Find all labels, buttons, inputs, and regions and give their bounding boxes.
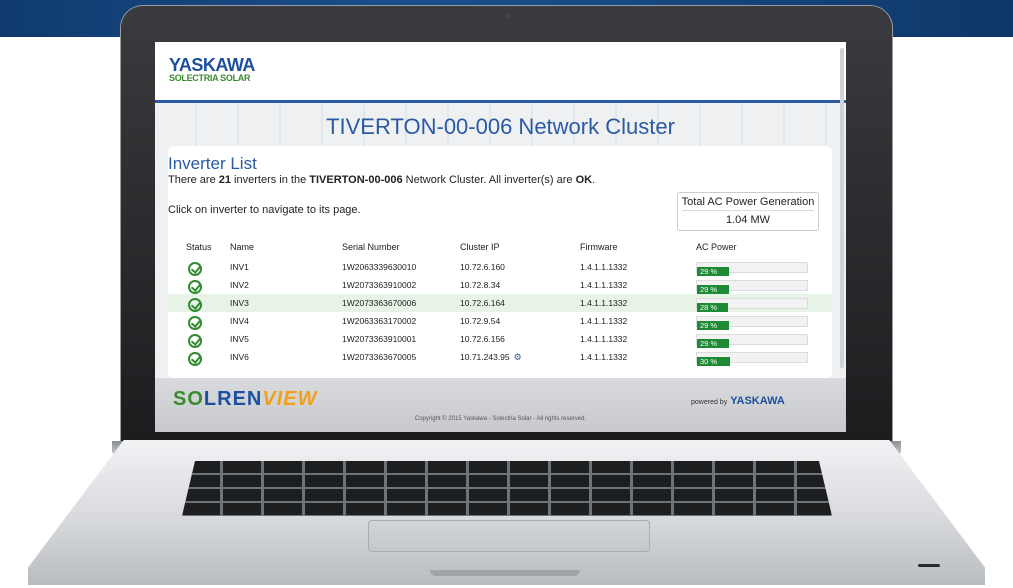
cluster-ip: 10.72.6.164 [460, 298, 505, 308]
site-footer: SOLRENVIEW Copyright © 2015 Yaskawa - So… [155, 378, 846, 432]
solrenview-logo[interactable]: SOLRENVIEW [173, 388, 317, 411]
serial-number: 1W2063363170002 [342, 316, 417, 326]
ok-check-icon [188, 280, 202, 294]
webcam [506, 14, 511, 19]
firmware-version: 1.4.1.1.1332 [580, 298, 628, 308]
site-header: YASKAWA SOLECTRIA SOLAR [155, 42, 846, 103]
powered-by: powered by YASKAWA [691, 395, 785, 407]
inverter-name[interactable]: INV3 [230, 298, 249, 308]
navigation-hint: Click on inverter to navigate to its pag… [168, 204, 361, 216]
laptop-lid: YASKAWA SOLECTRIA SOLAR TIVERTON-00-006 … [121, 6, 892, 449]
ac-power-fill: 29 % [697, 321, 729, 330]
trackpad [368, 520, 650, 552]
ac-power-bar: 29 % [696, 316, 808, 330]
cluster-ip-text: 10.72.8.34 [460, 280, 501, 290]
ok-check-icon [188, 316, 202, 330]
ac-power-fill: 28 % [697, 303, 728, 312]
inverter-list-heading: Inverter List [168, 154, 257, 173]
table-row[interactable]: INV3 1W2073363670006 10.72.6.164 1.4.1.1.13… [168, 294, 832, 312]
powered-by-yaskawa-logo[interactable]: YASKAWA [730, 395, 785, 407]
vertical-scrollbar[interactable] [840, 48, 844, 368]
inverter-summary: There are 21 inverters in the TIVERTON-0… [168, 174, 596, 186]
inverter-name[interactable]: INV4 [230, 316, 249, 326]
serial-number: 1W2073363910002 [342, 280, 417, 290]
copyright-text: Copyright © 2015 Yaskawa - Solectria Sol… [414, 416, 587, 422]
col-cluster-ip: Cluster IP [460, 242, 500, 252]
col-serial: Serial Number [342, 242, 400, 252]
firmware-version: 1.4.1.1.1332 [580, 334, 628, 344]
table-body: INV1 1W2063339630010 10.72.6.160 1.4.1.1.13… [168, 258, 832, 366]
col-ac-power: AC Power [696, 242, 737, 252]
col-firmware: Firmware [580, 242, 618, 252]
keyboard-rows [182, 461, 832, 516]
cluster-ip-text: 10.71.243.95 [460, 352, 510, 362]
table-header: Status Name Serial Number Cluster IP Fir… [168, 238, 832, 258]
table-row[interactable]: INV1 1W2063339630010 10.72.6.160 1.4.1.1.13… [168, 258, 832, 276]
yaskawa-logo-subtitle: SOLECTRIA SOLAR [169, 73, 251, 83]
ac-power-bar: 30 % [696, 352, 808, 366]
col-status: Status [186, 242, 212, 252]
ac-power-bar: 29 % [696, 262, 808, 276]
ac-power-fill: 30 % [697, 357, 730, 366]
laptop-screen: YASKAWA SOLECTRIA SOLAR TIVERTON-00-006 … [155, 42, 846, 432]
col-name: Name [230, 242, 255, 252]
total-ac-power-box: Total AC Power Generation 1.04 MW [677, 192, 819, 231]
cluster-ip: 10.72.8.34 [460, 280, 500, 290]
total-ac-power-value: 1.04 MW [682, 210, 814, 226]
lid-notch [430, 570, 580, 576]
network-tree-icon[interactable]: ⚙ [514, 352, 522, 362]
cluster-ip-text: 10.72.6.160 [460, 262, 505, 272]
table-row[interactable]: INV2 1W2073363910002 10.72.8.34 1.4.1.1.133… [168, 276, 832, 294]
ac-power-fill: 29 % [697, 267, 729, 276]
serial-number: 1W2073363670005 [342, 352, 417, 362]
table-row[interactable]: INV4 1W2063363170002 10.72.9.54 1.4.1.1.133… [168, 312, 832, 330]
cluster-ip: 10.72.9.54 [460, 316, 500, 326]
table-row[interactable]: INV5 1W2073363910001 10.72.6.156 1.4.1.1.13… [168, 330, 832, 348]
firmware-version: 1.4.1.1.1332 [580, 280, 628, 290]
inverter-name[interactable]: INV6 [230, 352, 249, 362]
solrenview-logo-view: VIEW [262, 388, 318, 410]
firmware-version: 1.4.1.1.1332 [580, 262, 628, 272]
ac-power-bar: 28 % [696, 298, 808, 312]
status-led [918, 564, 940, 567]
ac-power-bar: 29 % [696, 334, 808, 348]
table-row[interactable]: INV6 1W2073363670005 10.71.243.95 ⚙ 1.4.1.1.… [168, 348, 832, 366]
firmware-version: 1.4.1.1.1332 [580, 352, 628, 362]
inverter-name[interactable]: INV2 [230, 280, 249, 290]
ac-power-fill: 29 % [697, 285, 729, 294]
cluster-ip-text: 10.72.6.164 [460, 298, 505, 308]
ac-power-fill: 29 % [697, 339, 729, 348]
ok-check-icon [188, 262, 202, 276]
ok-check-icon [188, 352, 202, 366]
cluster-ip: 10.72.6.156 [460, 334, 505, 344]
sun-icon: O [187, 388, 204, 410]
firmware-version: 1.4.1.1.1332 [580, 316, 628, 326]
powered-by-label: powered by [691, 399, 728, 406]
cluster-ip: 10.72.6.160 [460, 262, 505, 272]
inverter-table: Status Name Serial Number Cluster IP Fir… [168, 238, 832, 366]
cluster-ip-text: 10.72.6.156 [460, 334, 505, 344]
page-title: TIVERTON-00-006 Network Cluster [326, 114, 675, 139]
total-ac-power-label: Total AC Power Generation [681, 196, 815, 208]
serial-number: 1W2073363670006 [342, 298, 417, 308]
inverter-name[interactable]: INV1 [230, 262, 249, 272]
cluster-ip-text: 10.72.9.54 [460, 316, 501, 326]
ac-power-bar: 29 % [696, 280, 808, 294]
ok-check-icon [188, 298, 202, 312]
serial-number: 1W2063339630010 [342, 262, 417, 272]
serial-number: 1W2073363910001 [342, 334, 417, 344]
solrenview-logo-lren: LREN [203, 388, 263, 410]
ok-check-icon [188, 334, 202, 348]
cluster-ip: 10.71.243.95 ⚙ [460, 352, 522, 363]
solrenview-logo-s: S [173, 388, 188, 410]
inverter-name[interactable]: INV5 [230, 334, 249, 344]
